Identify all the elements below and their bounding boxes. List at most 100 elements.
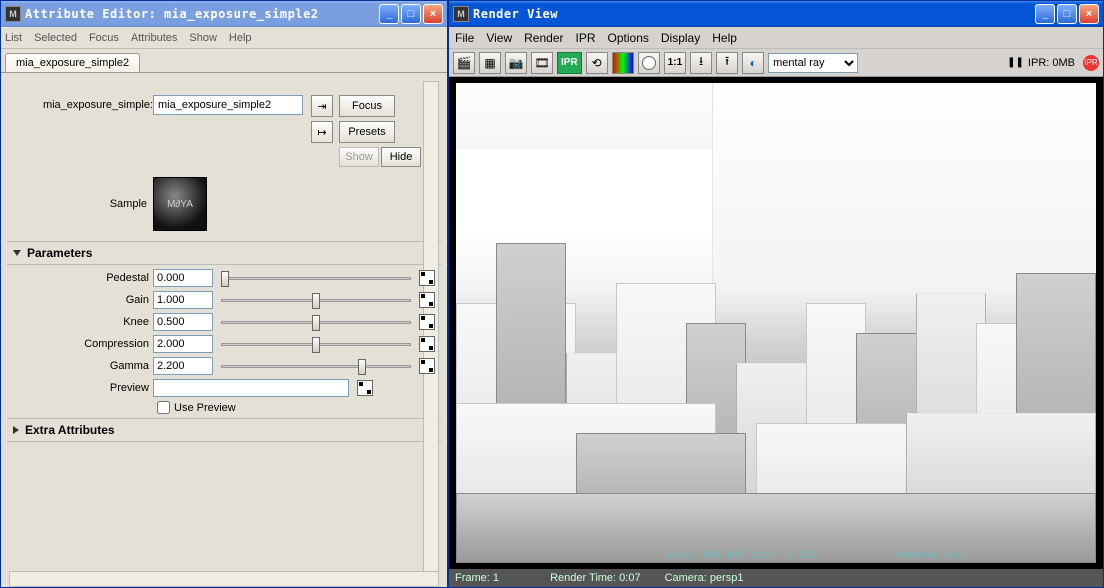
knee-input[interactable] — [153, 313, 213, 331]
keep-image-icon[interactable]: ⭳ — [690, 52, 712, 74]
pedestal-label: Pedestal — [13, 272, 153, 284]
menu-ipr[interactable]: IPR — [576, 31, 596, 45]
gain-label: Gain — [13, 294, 153, 306]
pedestal-slider[interactable] — [221, 269, 411, 287]
overlay-engine: (mental ray) — [896, 550, 968, 561]
status-frame: Frame: 1 — [455, 572, 499, 584]
attribute-editor-window: M Attribute Editor: mia_exposure_simple2… — [0, 0, 448, 588]
render-status-bar: Frame: 1 . Render Time: 0:07 Camera: per… — [449, 569, 1103, 587]
ipr-badge-icon: IPR — [1083, 55, 1099, 71]
render-current-frame-icon[interactable]: 🎬 — [453, 52, 475, 74]
gain-map-button[interactable] — [419, 292, 435, 308]
ipr-pause-icon[interactable]: ❚❚ — [1007, 57, 1024, 68]
compression-map-button[interactable] — [419, 336, 435, 352]
app-icon: M — [5, 6, 21, 22]
sample-swatch[interactable]: M∂YA — [153, 177, 207, 231]
snapshot-icon[interactable]: 📷 — [505, 52, 527, 74]
gamma-label: Gamma — [13, 360, 153, 372]
show-button: Show — [339, 147, 379, 167]
rendered-image: size: 640 480 zoom: 1.000 (mental ray) — [456, 83, 1096, 563]
gamma-map-button[interactable] — [419, 358, 435, 374]
node-tab-row: mia_exposure_simple2 — [1, 49, 447, 73]
overlay-size: size: 640 480 zoom: 1.000 — [666, 550, 817, 561]
compression-slider[interactable] — [221, 335, 411, 353]
renderer-select[interactable]: mental ray — [768, 53, 858, 73]
menu-options[interactable]: Options — [608, 31, 649, 45]
maximize-button[interactable]: □ — [1057, 4, 1077, 24]
gamma-slider[interactable] — [221, 357, 411, 375]
minimize-button[interactable]: _ — [1035, 4, 1055, 24]
display-alpha-icon[interactable] — [638, 52, 660, 74]
section-parameters-title: Parameters — [27, 246, 92, 260]
menu-file[interactable]: File — [455, 31, 474, 45]
presets-button[interactable]: Presets — [339, 121, 395, 143]
menu-help[interactable]: Help — [229, 32, 252, 44]
ipr-memory-label: IPR: 0MB — [1028, 57, 1075, 69]
attribute-form-area: mia_exposure_simple: ⇥ ↦ Focus Presets S… — [1, 73, 447, 587]
gain-slider[interactable] — [221, 291, 411, 309]
render-toolbar: 🎬 ▦ 📷 🎞 IPR ⟲ 1:1 ⭳ ⭱ ◐ mental ray ❚❚ IP… — [449, 49, 1103, 77]
pedestal-map-button[interactable] — [419, 270, 435, 286]
menu-attributes[interactable]: Attributes — [131, 32, 177, 44]
output-connection-icon[interactable]: ↦ — [311, 121, 333, 143]
render-globals-icon[interactable] — [612, 52, 634, 74]
menu-render[interactable]: Render — [524, 31, 563, 45]
status-camera: Camera: persp1 — [665, 572, 744, 584]
close-button[interactable]: × — [423, 4, 443, 24]
menu-focus[interactable]: Focus — [89, 32, 119, 44]
input-connection-icon[interactable]: ⇥ — [311, 95, 333, 117]
preview-map-button[interactable] — [357, 380, 373, 396]
focus-button[interactable]: Focus — [339, 95, 395, 117]
render-view-titlebar[interactable]: M Render View _ □ × — [449, 1, 1103, 27]
section-extra-title: Extra Attributes — [25, 423, 115, 437]
knee-slider[interactable] — [221, 313, 411, 331]
use-preview-label: Use Preview — [174, 402, 236, 414]
scrollbar-vertical[interactable] — [423, 81, 439, 579]
minimize-button[interactable]: _ — [379, 4, 399, 24]
menu-view[interactable]: View — [486, 31, 512, 45]
scrollbar-horizontal[interactable] — [9, 571, 439, 587]
preview-input[interactable] — [153, 379, 349, 397]
render-viewport[interactable]: size: 640 480 zoom: 1.000 (mental ray) — [449, 77, 1103, 569]
gain-input[interactable] — [153, 291, 213, 309]
knee-map-button[interactable] — [419, 314, 435, 330]
preview-label: Preview — [13, 382, 153, 394]
sample-logo-text: M∂YA — [167, 199, 193, 210]
gamma-input[interactable] — [153, 357, 213, 375]
sample-label: Sample — [7, 198, 147, 210]
window-title: Render View — [473, 7, 1035, 21]
maximize-button[interactable]: □ — [401, 4, 421, 24]
window-title: Attribute Editor: mia_exposure_simple2 — [25, 7, 379, 21]
refresh-icon[interactable]: ⟲ — [586, 52, 608, 74]
section-parameters-header[interactable]: Parameters — [7, 241, 441, 265]
collapse-icon — [13, 250, 21, 256]
hide-button[interactable]: Hide — [381, 147, 421, 167]
use-preview-checkbox[interactable] — [157, 401, 170, 414]
options-icon[interactable]: ◐ — [742, 52, 764, 74]
remove-image-icon[interactable]: ⭱ — [716, 52, 738, 74]
status-render-time: Render Time: 0:07 — [550, 572, 641, 584]
menu-list[interactable]: List — [5, 32, 22, 44]
compression-label: Compression — [13, 338, 153, 350]
ipr-label-icon[interactable]: IPR — [557, 52, 582, 74]
node-tab[interactable]: mia_exposure_simple2 — [5, 53, 140, 72]
compression-input[interactable] — [153, 335, 213, 353]
render-view-window: M Render View _ □ × File View Render IPR… — [448, 0, 1104, 588]
section-extra-header[interactable]: Extra Attributes — [7, 418, 441, 442]
node-name-input[interactable] — [153, 95, 303, 115]
pedestal-input[interactable] — [153, 269, 213, 287]
node-type-label: mia_exposure_simple: — [13, 95, 153, 111]
real-size-button[interactable]: 1:1 — [664, 52, 686, 74]
render-region-icon[interactable]: ▦ — [479, 52, 501, 74]
ipr-render-icon[interactable]: 🎞 — [531, 52, 553, 74]
app-icon: M — [453, 6, 469, 22]
knee-label: Knee — [13, 316, 153, 328]
menu-display[interactable]: Display — [661, 31, 700, 45]
menu-help[interactable]: Help — [712, 31, 737, 45]
collapse-icon — [13, 426, 19, 434]
close-button[interactable]: × — [1079, 4, 1099, 24]
attribute-editor-menubar: List Selected Focus Attributes Show Help — [1, 27, 447, 49]
menu-selected[interactable]: Selected — [34, 32, 77, 44]
menu-show[interactable]: Show — [189, 32, 217, 44]
attribute-editor-titlebar[interactable]: M Attribute Editor: mia_exposure_simple2… — [1, 1, 447, 27]
